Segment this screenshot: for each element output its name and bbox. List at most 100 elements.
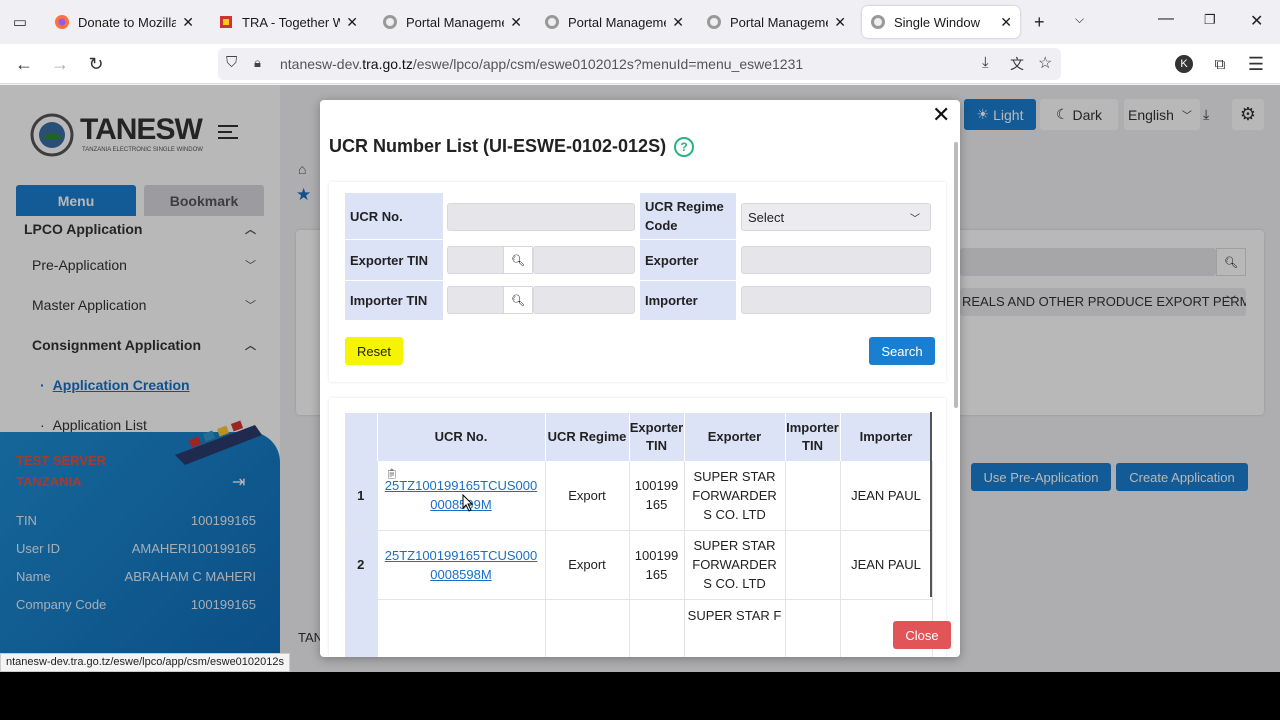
exporter-tin-input[interactable] bbox=[447, 246, 507, 274]
close-tab-icon[interactable]: ✕ bbox=[834, 14, 846, 31]
ucr-no-link[interactable]: 25TZ100199165TCUS0000008599M bbox=[378, 476, 545, 514]
browser-tab-3[interactable]: Portal Management ✕ bbox=[374, 6, 530, 38]
save-page-icon[interactable]: ⤓ bbox=[982, 54, 989, 71]
table-row[interactable]: 2 25TZ100199165TCUS0000008598M Export 10… bbox=[345, 530, 933, 600]
exporter-tin-name-input[interactable] bbox=[533, 246, 635, 274]
portal-seal-icon bbox=[870, 14, 886, 30]
exporter-tin-search-icon[interactable]: 🔍︎ bbox=[503, 246, 533, 274]
reset-button[interactable]: Reset bbox=[345, 337, 403, 365]
app-menu-icon[interactable]: ☰ bbox=[1244, 52, 1268, 76]
lock-icon[interactable]: 🔒︎ bbox=[254, 55, 261, 71]
extensions-icon[interactable]: ⧉ bbox=[1208, 52, 1232, 76]
importer-tin-input[interactable] bbox=[447, 286, 507, 314]
col-header-ucr-regime[interactable]: UCR Regime bbox=[545, 413, 630, 461]
modal-close-icon[interactable]: ✕ bbox=[932, 102, 950, 128]
close-tab-icon[interactable]: ✕ bbox=[346, 14, 358, 31]
close-button[interactable]: Close bbox=[893, 621, 951, 649]
importer-input[interactable] bbox=[741, 286, 931, 314]
exporter-label: Exporter bbox=[640, 240, 736, 280]
importer-label: Importer bbox=[640, 281, 736, 320]
importer-cell: JEAN PAUL bbox=[840, 461, 933, 531]
importer-tin-name-input[interactable] bbox=[533, 286, 635, 314]
modal-scrollbar[interactable] bbox=[954, 142, 958, 408]
ucr-regime-cell: Export bbox=[545, 461, 630, 531]
importer-tin-cell bbox=[785, 530, 841, 600]
importer-tin-cell bbox=[785, 599, 841, 657]
ucr-no-cell: 📋︎ 25TZ100199165TCUS0000008599M bbox=[377, 461, 546, 531]
modal-title: UCR Number List (UI-ESWE-0102-012S) ? bbox=[329, 136, 695, 157]
bookmark-star-icon[interactable]: ☆ bbox=[1038, 53, 1052, 73]
search-button[interactable]: Search bbox=[869, 337, 935, 365]
close-tab-icon[interactable]: ✕ bbox=[672, 14, 684, 31]
forward-arrow-icon[interactable]: → bbox=[48, 52, 72, 76]
translate-icon[interactable]: 文 bbox=[1010, 54, 1024, 74]
ucr-results-table: UCR No. UCR Regime Exporter TIN Exporter… bbox=[345, 413, 933, 657]
url-bar[interactable]: ⛉ 🔒︎ ntanesw-dev.tra.go.tz/eswe/lpco/app… bbox=[218, 48, 1061, 80]
row-index: 2 bbox=[345, 530, 378, 600]
tab-title: Single Window bbox=[894, 14, 980, 30]
shield-icon[interactable]: ⛉ bbox=[226, 54, 237, 71]
profile-avatar[interactable]: K bbox=[1175, 55, 1193, 73]
portal-seal-icon bbox=[706, 14, 722, 30]
importer-tin-search-icon[interactable]: 🔍︎ bbox=[503, 286, 533, 314]
browser-tab-4[interactable]: Portal Management ✕ bbox=[536, 6, 692, 38]
col-header-exporter[interactable]: Exporter bbox=[684, 413, 786, 461]
back-arrow-icon[interactable]: ← bbox=[12, 52, 36, 76]
browser-tab-6-active[interactable]: Single Window ✕ bbox=[862, 6, 1020, 38]
results-panel: UCR No. UCR Regime Exporter TIN Exporter… bbox=[329, 398, 946, 657]
browser-tab-2[interactable]: TRA - Together We B ✕ bbox=[210, 6, 366, 38]
portal-seal-icon bbox=[382, 14, 398, 30]
browser-toolbar: ← → ↻ ⛉ 🔒︎ ntanesw-dev.tra.go.tz/eswe/lp… bbox=[0, 44, 1280, 84]
importer-tin-cell bbox=[785, 461, 841, 531]
ucr-regime-cell: Export bbox=[545, 530, 630, 600]
chevron-down-icon: ﹀ bbox=[910, 213, 920, 225]
restore-icon[interactable]: ❐ bbox=[1204, 12, 1216, 28]
browser-status-bar: ntanesw-dev.tra.go.tz/eswe/lpco/app/csm/… bbox=[0, 653, 291, 672]
row-index: 1 bbox=[345, 461, 378, 531]
exporter-cell: SUPER STAR F bbox=[684, 599, 786, 657]
ucr-regime-code-select[interactable]: Select ﹀ bbox=[741, 203, 931, 231]
firefox-icon bbox=[54, 14, 70, 30]
close-window-icon[interactable]: ✕ bbox=[1250, 11, 1263, 31]
exporter-tin-cell: 100199165 bbox=[629, 530, 685, 600]
exporter-cell: SUPER STAR FORWARDERS CO. LTD bbox=[684, 530, 786, 600]
close-tab-icon[interactable]: ✕ bbox=[182, 14, 194, 31]
table-row[interactable]: 1 📋︎ 25TZ100199165TCUS0000008599M Export… bbox=[345, 461, 933, 531]
ucr-no-cell bbox=[377, 599, 546, 657]
filter-panel: UCR No. UCR Regime Code Select ﹀ Exporter… bbox=[329, 182, 946, 382]
reload-icon[interactable]: ↻ bbox=[84, 52, 108, 76]
browser-tab-5[interactable]: Portal Management ✕ bbox=[698, 6, 854, 38]
ucr-regime-cell bbox=[545, 599, 630, 657]
browser-tab-1[interactable]: Donate to Mozilla F ✕ bbox=[46, 6, 202, 38]
tab-title: Portal Management bbox=[406, 14, 504, 30]
ucr-regime-code-label: UCR Regime Code bbox=[640, 193, 736, 239]
exporter-cell: SUPER STAR FORWARDERS CO. LTD bbox=[684, 461, 786, 531]
tab-title: Portal Management bbox=[568, 14, 666, 30]
minimize-icon[interactable]: — bbox=[1158, 10, 1174, 28]
new-tab-icon[interactable]: + bbox=[1034, 12, 1045, 33]
table-header-row: UCR No. UCR Regime Exporter TIN Exporter… bbox=[345, 413, 933, 461]
exporter-input[interactable] bbox=[741, 246, 931, 274]
ucr-no-input[interactable] bbox=[447, 203, 635, 231]
col-header-exporter-tin[interactable]: Exporter TIN bbox=[629, 413, 685, 461]
tab-list-chevron-icon[interactable]: ⌵ bbox=[1075, 12, 1084, 27]
tab-title: Donate to Mozilla F bbox=[78, 14, 177, 30]
col-header-index bbox=[345, 413, 378, 461]
tab-overview-icon[interactable]: ▭ bbox=[8, 10, 32, 34]
ucr-no-link[interactable]: 25TZ100199165TCUS0000008598M bbox=[378, 546, 545, 584]
close-tab-icon[interactable]: ✕ bbox=[1000, 14, 1012, 31]
importer-cell: JEAN PAUL bbox=[840, 530, 933, 600]
exporter-tin-label: Exporter TIN bbox=[345, 240, 443, 280]
col-header-importer-tin[interactable]: Importer TIN bbox=[785, 413, 841, 461]
screen: ▭ Donate to Mozilla F ✕ TRA - Together W… bbox=[0, 0, 1280, 672]
close-tab-icon[interactable]: ✕ bbox=[510, 14, 522, 31]
col-header-importer[interactable]: Importer bbox=[840, 413, 933, 461]
table-row[interactable]: SUPER STAR F bbox=[345, 599, 933, 657]
browser-tabstrip: ▭ Donate to Mozilla F ✕ TRA - Together W… bbox=[0, 0, 1280, 44]
help-icon[interactable]: ? bbox=[674, 136, 695, 157]
copy-clipboard-icon[interactable]: 📋︎ bbox=[386, 465, 399, 484]
url-text: ntanesw-dev.tra.go.tz/eswe/lpco/app/csm/… bbox=[280, 56, 804, 72]
col-header-ucr-no[interactable]: UCR No. bbox=[377, 413, 546, 461]
table-scrollbar[interactable] bbox=[930, 412, 932, 597]
exporter-tin-cell: 100199165 bbox=[629, 461, 685, 531]
